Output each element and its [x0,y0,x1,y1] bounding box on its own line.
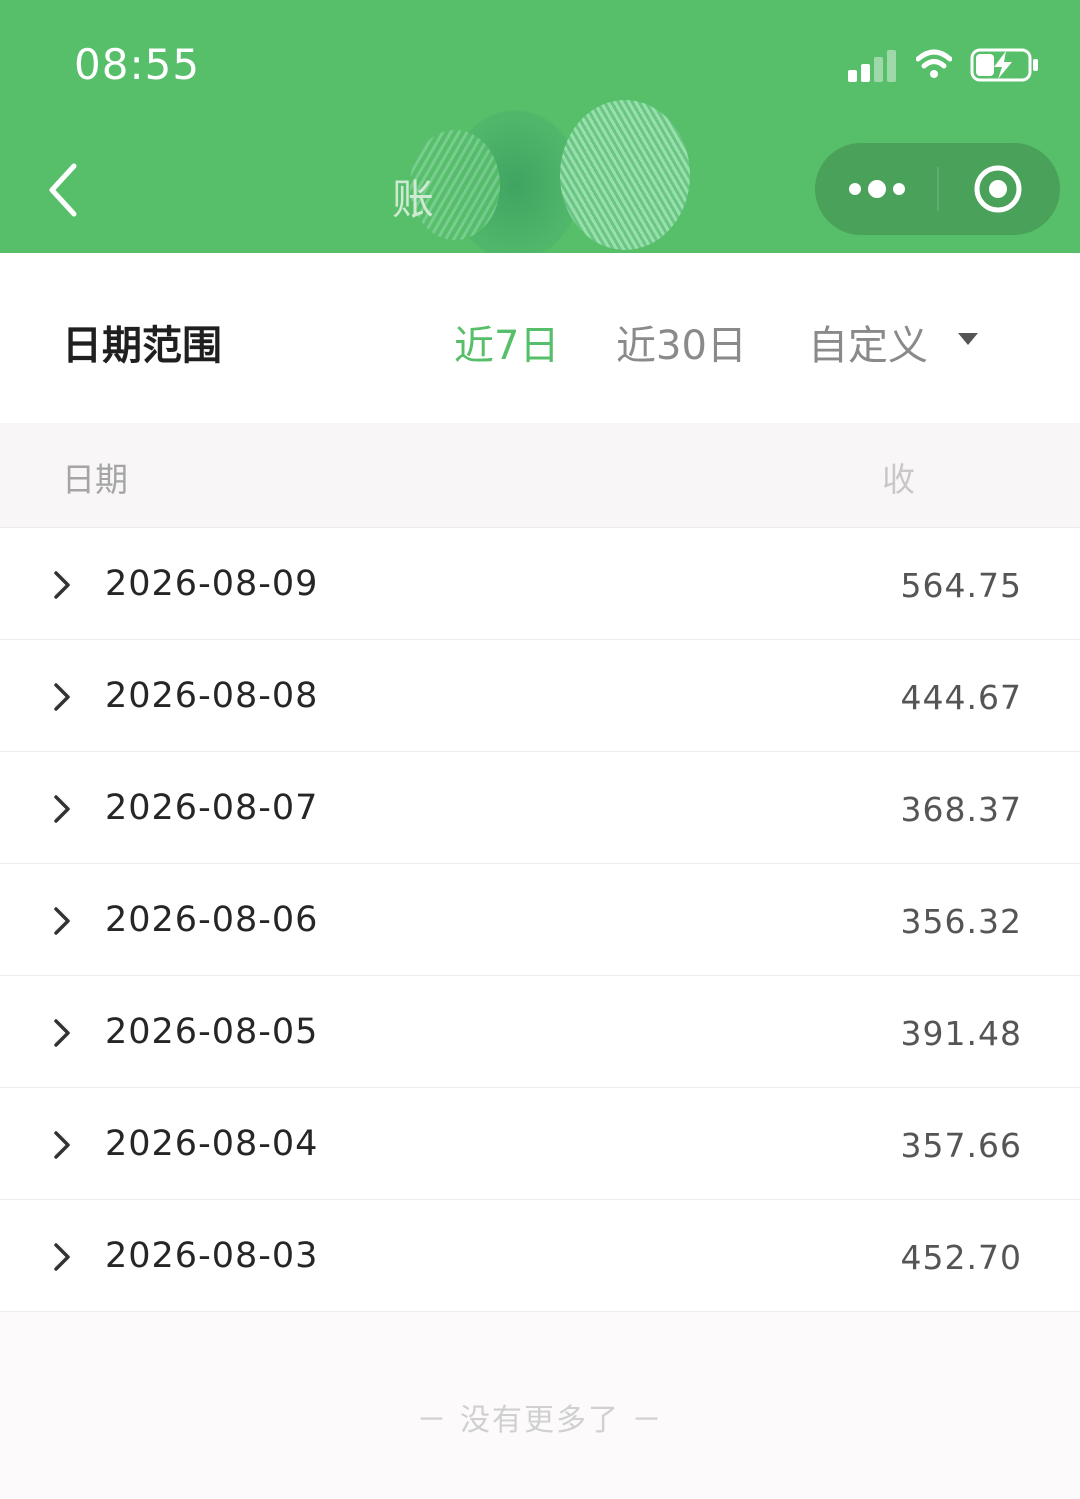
chevron-right-icon [54,1019,70,1047]
nav-header: 08:55 账 [0,0,1080,260]
close-target-icon[interactable] [972,163,1024,215]
signal-icon [848,50,896,82]
row-date: 2026-08-07 [105,788,319,828]
row-amount: 564.75 [900,566,1022,605]
miniprogram-capsule [815,143,1060,235]
wifi-icon [916,49,952,78]
page-title: 账 [392,175,435,224]
table-header: 日期 收 [0,423,1080,528]
row-amount: 452.70 [900,1238,1022,1277]
tab-last-30-days[interactable]: 近30日 [616,313,747,371]
chevron-right-icon [54,571,70,599]
row-date: 2026-08-04 [105,1124,319,1164]
battery-charging-icon [970,48,1038,82]
no-more-footer: － 没有更多了 － [416,1403,664,1438]
row-date: 2026-08-06 [105,900,319,940]
tab-last-7-days[interactable]: 近7日 [454,313,559,371]
date-range-label: 日期范围 [62,323,222,369]
chevron-right-icon [54,1243,70,1271]
table-row[interactable]: 2026-08-09 564.75 [0,528,1080,640]
chevron-right-icon [54,795,70,823]
table-row[interactable]: 2026-08-05 391.48 [0,976,1080,1088]
capsule-divider [937,167,939,211]
column-header-date: 日期 [62,460,128,499]
status-time: 08:55 [74,40,201,89]
row-amount: 444.67 [900,678,1022,717]
chevron-right-icon [54,1131,70,1159]
row-amount: 357.66 [900,1126,1022,1165]
table-row[interactable]: 2026-08-08 444.67 [0,640,1080,752]
caret-down-icon[interactable] [956,331,980,347]
table-row[interactable]: 2026-08-04 357.66 [0,1088,1080,1200]
table-row[interactable]: 2026-08-06 356.32 [0,864,1080,976]
row-date: 2026-08-03 [105,1236,319,1276]
chevron-right-icon [54,907,70,935]
row-date: 2026-08-05 [105,1012,319,1052]
more-icon[interactable] [847,171,907,207]
row-amount: 368.37 [900,790,1022,829]
table-row[interactable]: 2026-08-03 452.70 [0,1200,1080,1312]
column-header-income: 收 [882,460,915,499]
daily-income-list: 2026-08-09 564.75 2026-08-08 444.67 2026… [0,528,1080,1312]
date-range-bar: 日期范围 近7日 近30日 自定义 [0,253,1080,423]
tab-custom-range[interactable]: 自定义 [808,313,928,371]
redacted-title-scribble [390,100,690,270]
table-row[interactable]: 2026-08-07 368.37 [0,752,1080,864]
row-date: 2026-08-09 [105,564,319,604]
row-amount: 356.32 [900,902,1022,941]
row-date: 2026-08-08 [105,676,319,716]
chevron-right-icon [54,683,70,711]
back-icon[interactable] [40,160,90,220]
row-amount: 391.48 [900,1014,1022,1053]
